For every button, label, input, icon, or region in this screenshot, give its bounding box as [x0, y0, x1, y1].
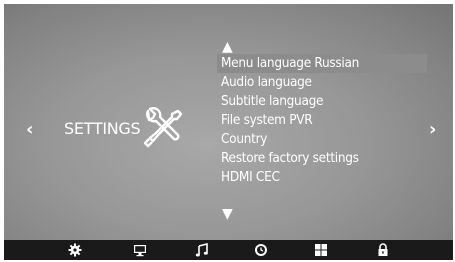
- menu-item-restore-factory-settings[interactable]: Restore factory settings: [217, 149, 427, 168]
- menu-item-country[interactable]: Country: [217, 130, 427, 149]
- menu-item-subtitle-language[interactable]: Subtitle language: [217, 92, 427, 111]
- clock-icon[interactable]: [254, 243, 268, 257]
- menu-item-hdmi-cec[interactable]: HDMI CEC: [217, 168, 427, 187]
- gear-icon[interactable]: [68, 243, 82, 257]
- menu-item-file-system-pvr[interactable]: File system PVR: [217, 111, 427, 130]
- lock-icon[interactable]: [376, 243, 390, 257]
- nav-right-arrow[interactable]: ›: [429, 121, 436, 139]
- monitor-icon[interactable]: [133, 243, 147, 257]
- settings-menu: Menu language Russian Audio language Sub…: [217, 54, 427, 187]
- page-title: SETTINGS: [64, 119, 141, 138]
- menu-item-menu-language[interactable]: Menu language Russian: [217, 54, 427, 73]
- tools-icon: [143, 107, 183, 148]
- settings-screen: ‹ › SETTINGS ▲ Menu language Russian Aud…: [4, 4, 453, 260]
- scroll-down-arrow[interactable]: ▼: [222, 207, 233, 221]
- scroll-up-arrow[interactable]: ▲: [222, 40, 233, 54]
- nav-left-arrow[interactable]: ‹: [26, 121, 33, 139]
- menu-item-audio-language[interactable]: Audio language: [217, 73, 427, 92]
- bottom-nav-bar: [4, 240, 453, 260]
- grid-icon[interactable]: [314, 243, 328, 257]
- music-note-icon[interactable]: [195, 243, 209, 257]
